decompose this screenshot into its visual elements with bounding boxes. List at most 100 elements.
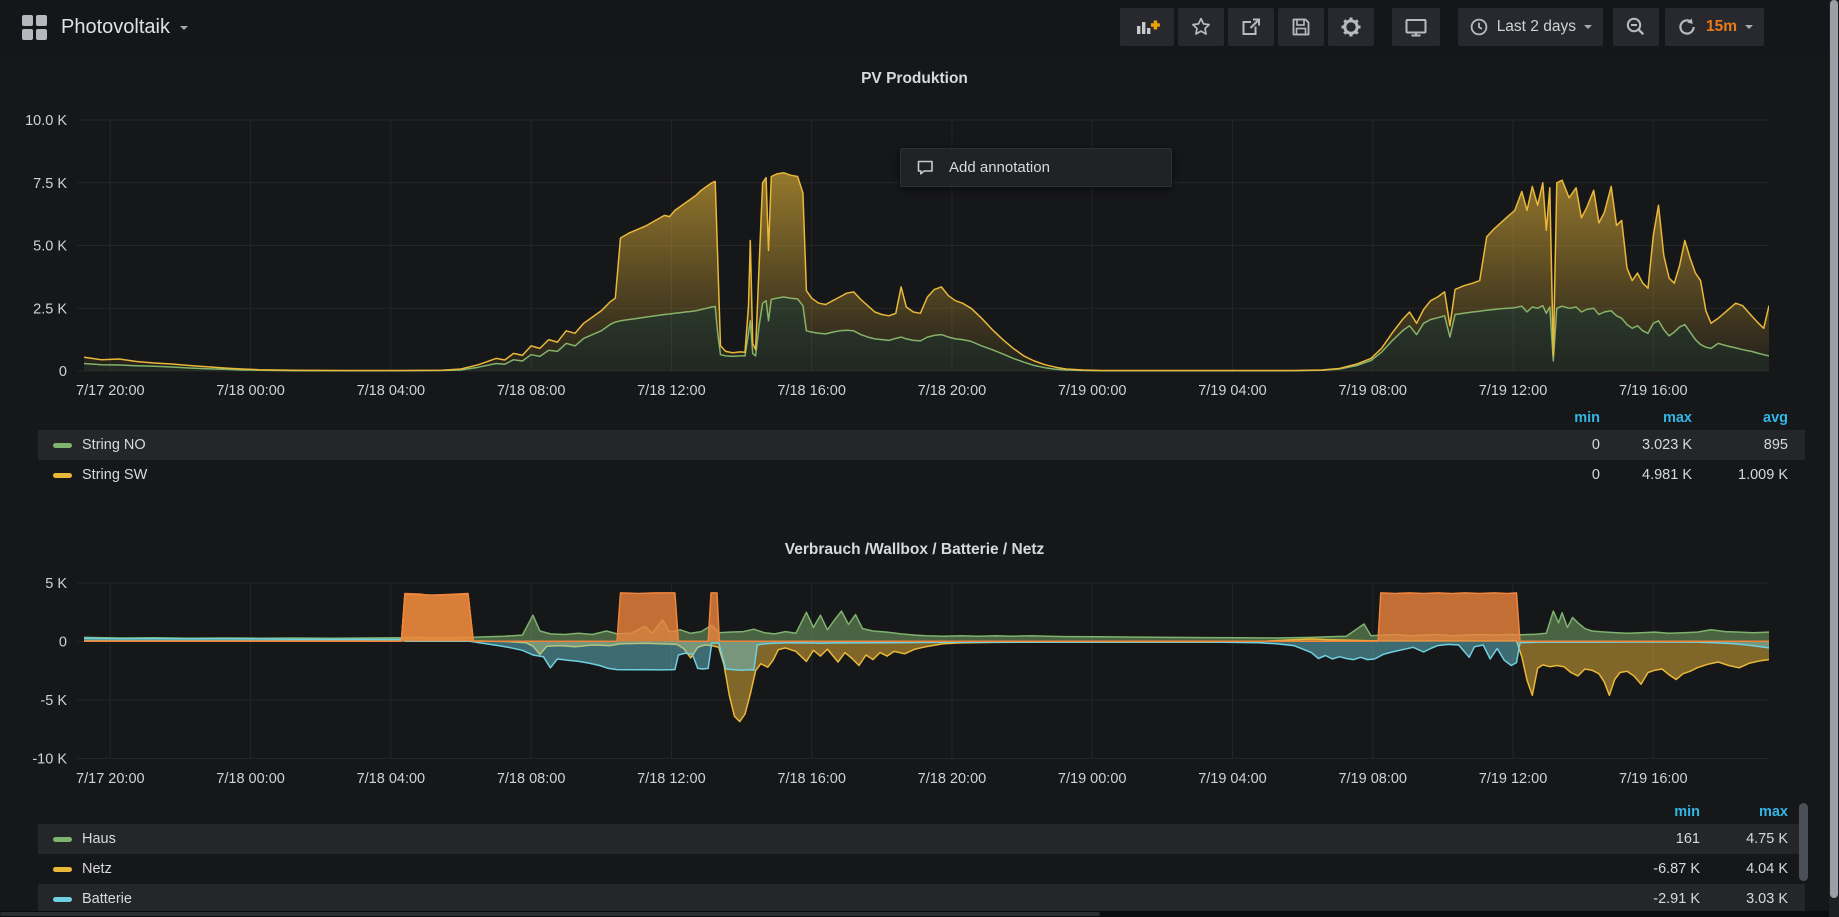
- series-color-dash[interactable]: [53, 473, 72, 478]
- x-axis-tick: 7/19 04:00: [1198, 771, 1267, 787]
- series-label[interactable]: Batterie: [82, 891, 132, 907]
- series-label[interactable]: String SW: [82, 467, 147, 483]
- refresh-button[interactable]: 15m: [1665, 8, 1764, 46]
- add-annotation-menu-item[interactable]: Add annotation: [900, 148, 1172, 187]
- pv-produktion-legend: minmaxavgString NO03.023 K895String SW04…: [38, 406, 1805, 490]
- legend-value-min: 161: [1612, 831, 1700, 847]
- x-axis-tick: 7/18 20:00: [918, 771, 987, 787]
- legend-row-batterie[interactable]: Batterie -2.91 K3.03 K: [38, 884, 1805, 914]
- cycle-view-button[interactable]: [1392, 8, 1440, 46]
- time-range-button[interactable]: Last 2 days: [1458, 8, 1603, 46]
- y-axis-tick: 0: [59, 635, 67, 651]
- x-axis-tick: 7/18 00:00: [216, 771, 285, 787]
- series-color-dash[interactable]: [53, 837, 72, 842]
- verbrauch-chart[interactable]: 5 K0-5 K-10 K7/17 20:007/18 00:007/18 04…: [0, 556, 1829, 790]
- legend-scrollbar-thumb[interactable]: [1799, 803, 1808, 881]
- pv-produktion-chart[interactable]: 10.0 K7.5 K5.0 K2.5 K07/17 20:007/18 00:…: [0, 90, 1829, 402]
- legend-row-haus[interactable]: Haus1614.75 K: [38, 824, 1805, 854]
- series-label[interactable]: Netz: [82, 861, 112, 877]
- grid-square: [36, 15, 47, 26]
- add-annotation-label: Add annotation: [949, 159, 1050, 176]
- x-axis-tick: 7/19 12:00: [1479, 771, 1548, 787]
- legend-header-max[interactable]: max: [1700, 804, 1788, 820]
- x-axis-tick: 7/17 20:00: [76, 771, 145, 787]
- refresh-icon: [1676, 16, 1698, 38]
- x-axis-tick: 7/18 12:00: [637, 771, 706, 787]
- x-axis-tick: 7/19 04:00: [1198, 383, 1267, 399]
- legend-value-avg: 1.009 K: [1692, 467, 1788, 483]
- y-axis-tick: 5.0 K: [33, 239, 67, 255]
- time-range-label: Last 2 days: [1497, 18, 1576, 36]
- x-axis-tick: 7/19 00:00: [1058, 771, 1127, 787]
- legend-value-max: 4.981 K: [1600, 467, 1692, 483]
- star-icon: [1189, 15, 1213, 39]
- legend-row-string-sw[interactable]: String SW 04.981 K1.009 K: [38, 460, 1805, 490]
- legend-value-min: -2.91 K: [1612, 891, 1700, 907]
- series-color-dash[interactable]: [53, 897, 72, 902]
- series-area-wallbox: [84, 593, 1769, 642]
- x-axis-tick: 7/18 04:00: [357, 383, 426, 399]
- add-panel-icon: [1134, 15, 1160, 39]
- save-button[interactable]: [1278, 8, 1324, 46]
- x-axis-tick: 7/18 04:00: [357, 771, 426, 787]
- legend-header-min[interactable]: min: [1520, 410, 1600, 426]
- y-axis-tick: -5 K: [40, 693, 67, 709]
- legend-value-min: 0: [1520, 437, 1600, 453]
- x-axis-tick: 7/18 16:00: [777, 771, 846, 787]
- x-axis-tick: 7/19 12:00: [1479, 383, 1548, 399]
- vertical-scrollbar[interactable]: [1829, 0, 1839, 917]
- y-axis-tick: 7.5 K: [33, 176, 67, 192]
- vertical-scrollbar-thumb[interactable]: [1830, 0, 1838, 898]
- zoom-out-button[interactable]: [1613, 8, 1659, 46]
- x-axis-tick: 7/19 16:00: [1619, 383, 1688, 399]
- x-axis-tick: 7/19 08:00: [1338, 771, 1407, 787]
- legend-row-netz[interactable]: Netz-6.87 K4.04 K: [38, 854, 1805, 884]
- series-color-dash[interactable]: [53, 443, 72, 448]
- x-axis-tick: 7/18 16:00: [777, 383, 846, 399]
- dashboard-title-dropdown[interactable]: Photovoltaik: [61, 16, 188, 39]
- chevron-down-icon: [1745, 25, 1753, 29]
- monitor-icon: [1403, 15, 1429, 39]
- y-axis-tick: 2.5 K: [33, 301, 67, 317]
- series-label[interactable]: String NO: [82, 437, 146, 453]
- legend-header-avg[interactable]: avg: [1692, 410, 1788, 426]
- horizontal-scrollbar-thumb[interactable]: [0, 912, 1100, 916]
- x-axis-tick: 7/19 16:00: [1619, 771, 1688, 787]
- x-axis-tick: 7/18 08:00: [497, 771, 566, 787]
- refresh-interval-label: 15m: [1706, 18, 1737, 36]
- horizontal-scrollbar[interactable]: [0, 911, 1829, 917]
- x-axis-tick: 7/18 12:00: [637, 383, 706, 399]
- legend-value-min: 0: [1520, 467, 1600, 483]
- series-label[interactable]: Haus: [82, 831, 116, 847]
- chevron-down-icon: [180, 26, 188, 30]
- legend-value-max: 3.03 K: [1700, 891, 1788, 907]
- x-axis-tick: 7/19 08:00: [1338, 383, 1407, 399]
- save-icon: [1289, 15, 1313, 39]
- x-axis-tick: 7/18 20:00: [918, 383, 987, 399]
- verbrauch-legend: minmaxHaus1614.75 KNetz-6.87 K4.04 KBatt…: [38, 800, 1805, 914]
- grid-square: [36, 29, 47, 40]
- clock-icon: [1469, 17, 1489, 37]
- add-panel-button[interactable]: [1120, 8, 1174, 46]
- x-axis-tick: 7/18 08:00: [497, 383, 566, 399]
- grid-square: [22, 15, 33, 26]
- x-axis-tick: 7/17 20:00: [76, 383, 145, 399]
- star-button[interactable]: [1178, 8, 1224, 46]
- x-axis-tick: 7/19 00:00: [1058, 383, 1127, 399]
- share-button[interactable]: [1228, 8, 1274, 46]
- y-axis-tick: 5 K: [45, 576, 67, 592]
- grid-square: [22, 29, 33, 40]
- settings-button[interactable]: [1328, 8, 1374, 46]
- legend-value-max: 3.023 K: [1600, 437, 1692, 453]
- legend-value-min: -6.87 K: [1612, 861, 1700, 877]
- share-icon: [1239, 15, 1263, 39]
- dashboard-title: Photovoltaik: [61, 16, 170, 39]
- legend-header-min[interactable]: min: [1612, 804, 1700, 820]
- legend-header-max[interactable]: max: [1600, 410, 1692, 426]
- dashboard-grid-icon[interactable]: [22, 15, 47, 40]
- series-color-dash[interactable]: [53, 867, 72, 872]
- grafana-dashboard: Photovoltaik: [0, 0, 1839, 917]
- y-axis-tick: 0: [59, 364, 67, 380]
- legend-row-string-no[interactable]: String NO03.023 K895: [38, 430, 1805, 460]
- panel-title-pv-produktion[interactable]: PV Produktion: [0, 70, 1829, 88]
